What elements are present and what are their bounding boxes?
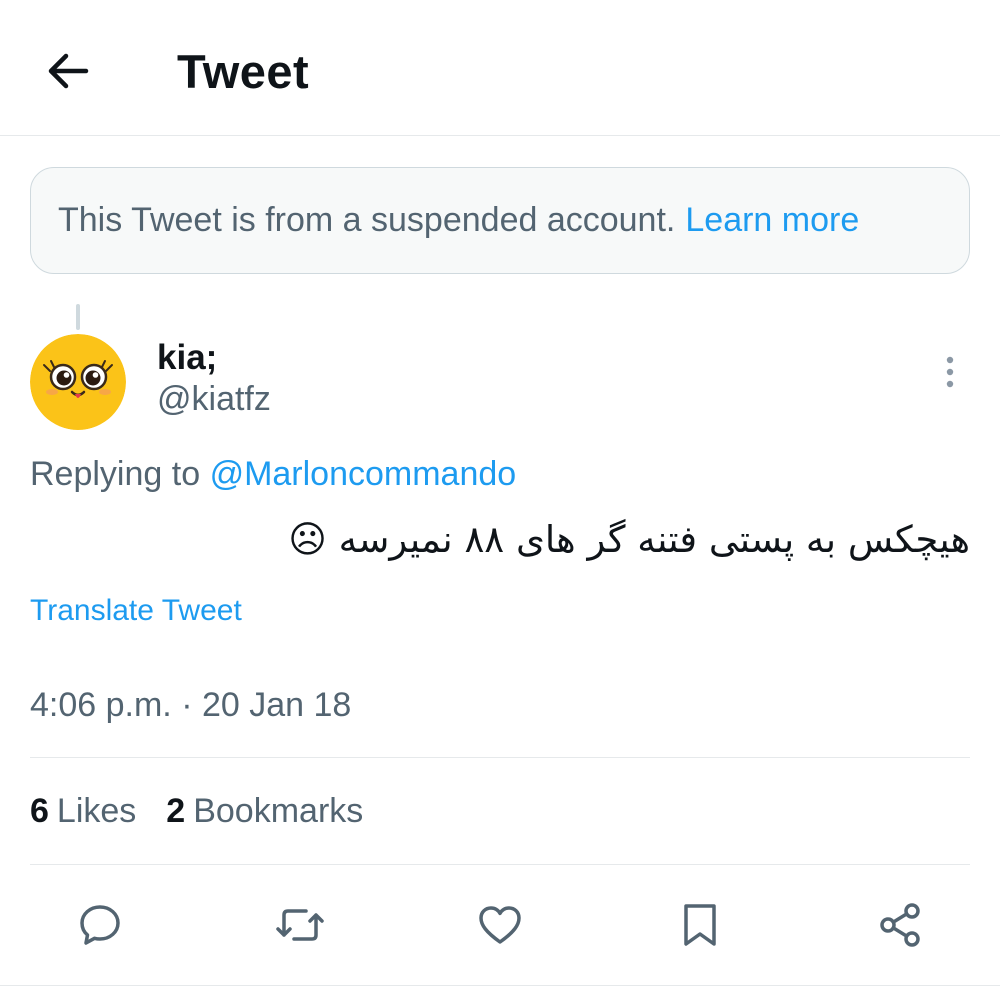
replying-to-label: Replying to <box>30 455 201 493</box>
likes-stat[interactable]: 6 Likes <box>30 792 136 831</box>
divider <box>30 864 970 865</box>
translate-tweet-link[interactable]: Translate Tweet <box>30 594 242 628</box>
retweet-icon <box>276 909 324 941</box>
bookmarks-label: Bookmarks <box>193 792 364 830</box>
more-options-button[interactable] <box>928 350 972 394</box>
divider <box>30 757 970 758</box>
retweet-button[interactable] <box>265 885 335 965</box>
author-handle[interactable]: @kiatfz <box>157 380 271 419</box>
tweet-text: هیچکس به پستی فتنه گر های ۸۸ نمیرسه ☹ <box>288 518 970 561</box>
author-display-name[interactable]: kia; <box>157 338 217 378</box>
avatar[interactable] <box>30 334 126 430</box>
divider <box>0 985 1000 986</box>
replying-to-mention[interactable]: @Marloncommando <box>210 455 517 493</box>
page-title: Tweet <box>177 45 310 98</box>
replying-to: Replying to @Marloncommando <box>30 455 516 494</box>
bookmarks-stat[interactable]: 2 Bookmarks <box>166 792 363 831</box>
reply-icon <box>80 905 120 945</box>
like-button[interactable] <box>465 885 535 965</box>
bookmark-button[interactable] <box>665 885 735 965</box>
bookmark-icon <box>684 904 716 946</box>
likes-label: Likes <box>56 792 137 830</box>
share-icon <box>880 903 920 947</box>
action-bar <box>0 885 1000 965</box>
engagement-stats: 6 Likes 2 Bookmarks <box>30 792 363 831</box>
bookmarks-count: 2 <box>166 792 186 830</box>
more-vertical-icon <box>946 356 954 388</box>
tweet-timestamp[interactable]: 4:06 p.m. · 20 Jan 18 <box>30 686 351 725</box>
learn-more-link[interactable]: Learn more <box>685 201 859 240</box>
likes-count: 6 <box>30 792 49 830</box>
reply-button[interactable] <box>65 885 135 965</box>
notice-text: This Tweet is from a suspended account. <box>58 201 676 239</box>
like-icon <box>479 906 521 944</box>
arrow-left-icon <box>48 53 89 89</box>
top-app-bar: Tweet <box>0 0 1000 136</box>
thread-connector-line <box>76 304 80 330</box>
back-button[interactable] <box>30 36 106 106</box>
suspended-account-notice: This Tweet is from a suspended account. … <box>30 167 970 274</box>
share-button[interactable] <box>865 885 935 965</box>
